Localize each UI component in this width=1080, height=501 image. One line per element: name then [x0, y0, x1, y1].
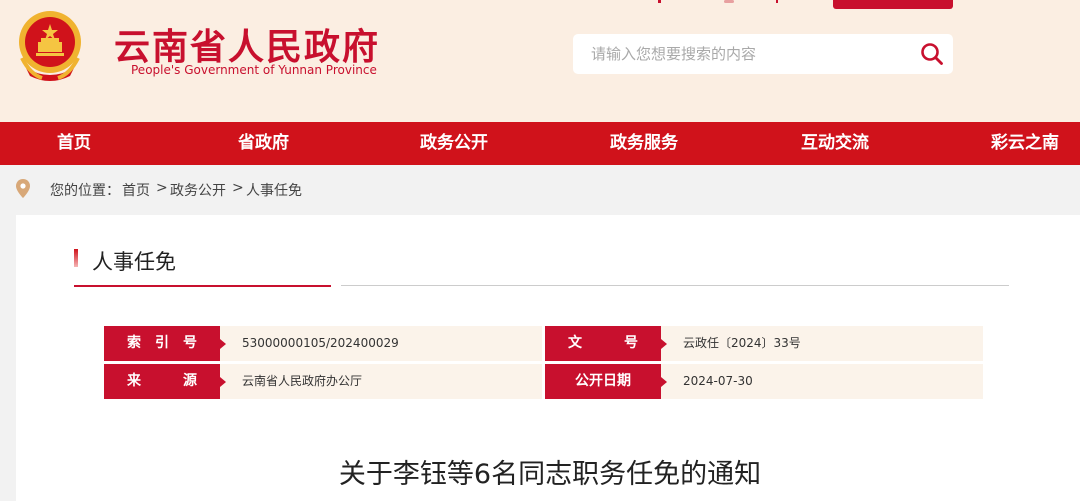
- info-row-docno: 文 号 云政任〔2024〕33号: [545, 326, 983, 361]
- section-title: 人事任免: [92, 250, 176, 274]
- nav-item-gov-services[interactable]: 政务服务: [610, 122, 678, 165]
- breadcrumb-appointments[interactable]: 人事任免: [246, 180, 302, 200]
- section-title-marker: [74, 249, 78, 267]
- nav-item-province-gov[interactable]: 省政府: [238, 122, 289, 165]
- breadcrumb-separator: >: [156, 180, 168, 196]
- breadcrumb-home[interactable]: 首页: [122, 180, 150, 200]
- date-label: 公开日期: [545, 364, 667, 399]
- nav-item-gov-affairs-open[interactable]: 政务公开: [420, 122, 488, 165]
- breadcrumb-gov-affairs-open[interactable]: 政务公开: [170, 180, 226, 200]
- section-divider: [341, 285, 1009, 286]
- source-label: 来 源: [104, 364, 226, 399]
- nav-item-home[interactable]: 首页: [57, 122, 91, 165]
- national-emblem-icon: [19, 11, 81, 81]
- top-links-fragment: [658, 0, 778, 3]
- top-login-button[interactable]: [833, 0, 953, 9]
- breadcrumb-separator: >: [232, 180, 244, 196]
- info-row-source: 来 源 云南省人民政府办公厅: [104, 364, 542, 399]
- docno-label: 文 号: [545, 326, 667, 361]
- main-nav: 首页 省政府 政务公开 政务服务 互动交流 彩云之南: [0, 122, 1080, 165]
- index-value: 53000000105/202400029: [242, 336, 399, 350]
- nav-item-interaction[interactable]: 互动交流: [801, 122, 869, 165]
- docno-value: 云政任〔2024〕33号: [683, 336, 801, 350]
- site-subtitle: People's Government of Yunnan Province: [131, 63, 377, 77]
- index-label: 索 引 号: [104, 326, 226, 361]
- info-row-date: 公开日期 2024-07-30: [545, 364, 983, 399]
- section-underline: [74, 285, 331, 287]
- search-box: [573, 34, 953, 74]
- location-pin-icon: [16, 179, 30, 198]
- document-title: 关于李钰等6名同志职务任免的通知: [338, 459, 762, 490]
- info-row-index: 索 引 号 53000000105/202400029: [104, 326, 542, 361]
- search-icon[interactable]: [920, 42, 944, 66]
- search-input[interactable]: [591, 44, 891, 64]
- nav-item-colorful-yunnan[interactable]: 彩云之南: [991, 122, 1059, 165]
- date-value: 2024-07-30: [683, 374, 753, 388]
- source-value: 云南省人民政府办公厅: [242, 374, 363, 388]
- breadcrumb-prefix: 您的位置：: [50, 183, 120, 199]
